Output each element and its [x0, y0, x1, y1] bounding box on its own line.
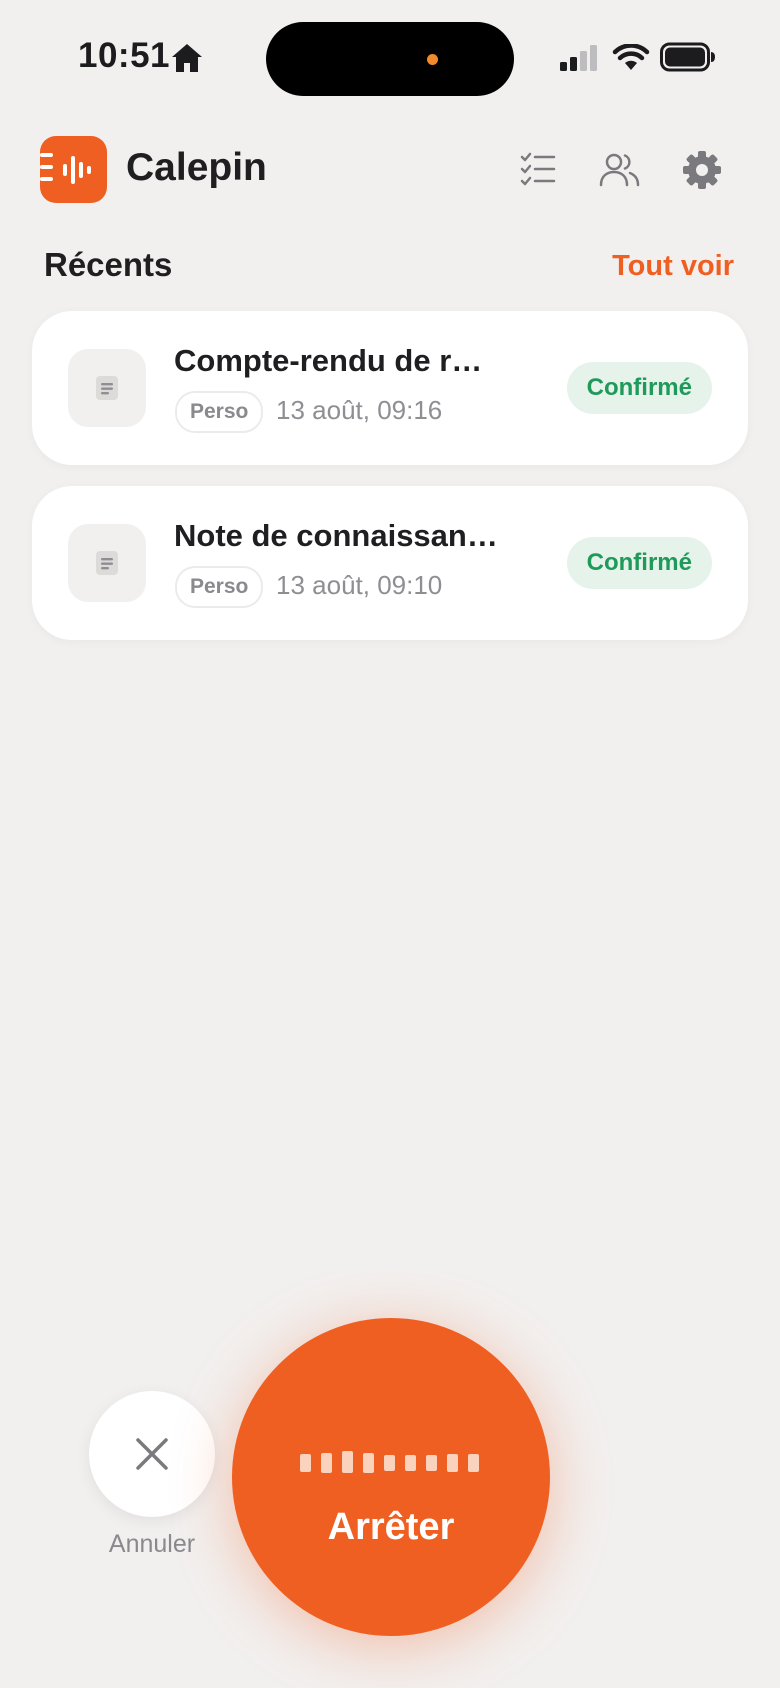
note-date: 13 août, 09:16 — [276, 395, 443, 425]
stop-recording-button[interactable] — [232, 1318, 550, 1636]
app-logo-icon — [40, 136, 107, 203]
people-icon[interactable] — [598, 148, 642, 192]
note-date: 13 août, 09:10 — [276, 570, 443, 600]
document-icon — [68, 349, 146, 427]
battery-icon — [660, 42, 715, 72]
note-card[interactable]: Note de connaissan… Perso 13 août, 09:10… — [32, 486, 748, 640]
document-icon — [68, 524, 146, 602]
status-bar: 10:51 — [0, 0, 780, 120]
checklist-icon[interactable] — [516, 148, 560, 192]
waveform-icon — [300, 1450, 485, 1474]
status-time: 10:51 — [78, 36, 171, 75]
stop-label[interactable]: Arrêter — [232, 1506, 550, 1549]
note-title: Note de connaissan… — [174, 518, 498, 553]
dynamic-island — [266, 22, 514, 96]
gear-icon[interactable] — [680, 148, 724, 192]
signal-icon — [560, 45, 597, 71]
note-tag: Perso — [175, 391, 264, 433]
recording-indicator-dot — [427, 54, 438, 65]
note-title: Compte-rendu de r… — [174, 343, 483, 378]
cancel-label: Annuler — [108, 1530, 196, 1558]
wifi-icon — [612, 44, 650, 70]
note-card[interactable]: Compte-rendu de r… Perso 13 août, 09:16 … — [32, 311, 748, 465]
note-tag: Perso — [175, 566, 264, 608]
see-all-link[interactable]: Tout voir — [612, 250, 734, 283]
home-icon — [172, 44, 202, 72]
cancel-button[interactable] — [89, 1391, 215, 1517]
app-title: Calepin — [126, 146, 267, 189]
status-badge: Confirmé — [566, 537, 712, 589]
close-icon — [136, 1438, 168, 1470]
section-title: Récents — [44, 246, 173, 283]
status-badge: Confirmé — [566, 362, 712, 414]
